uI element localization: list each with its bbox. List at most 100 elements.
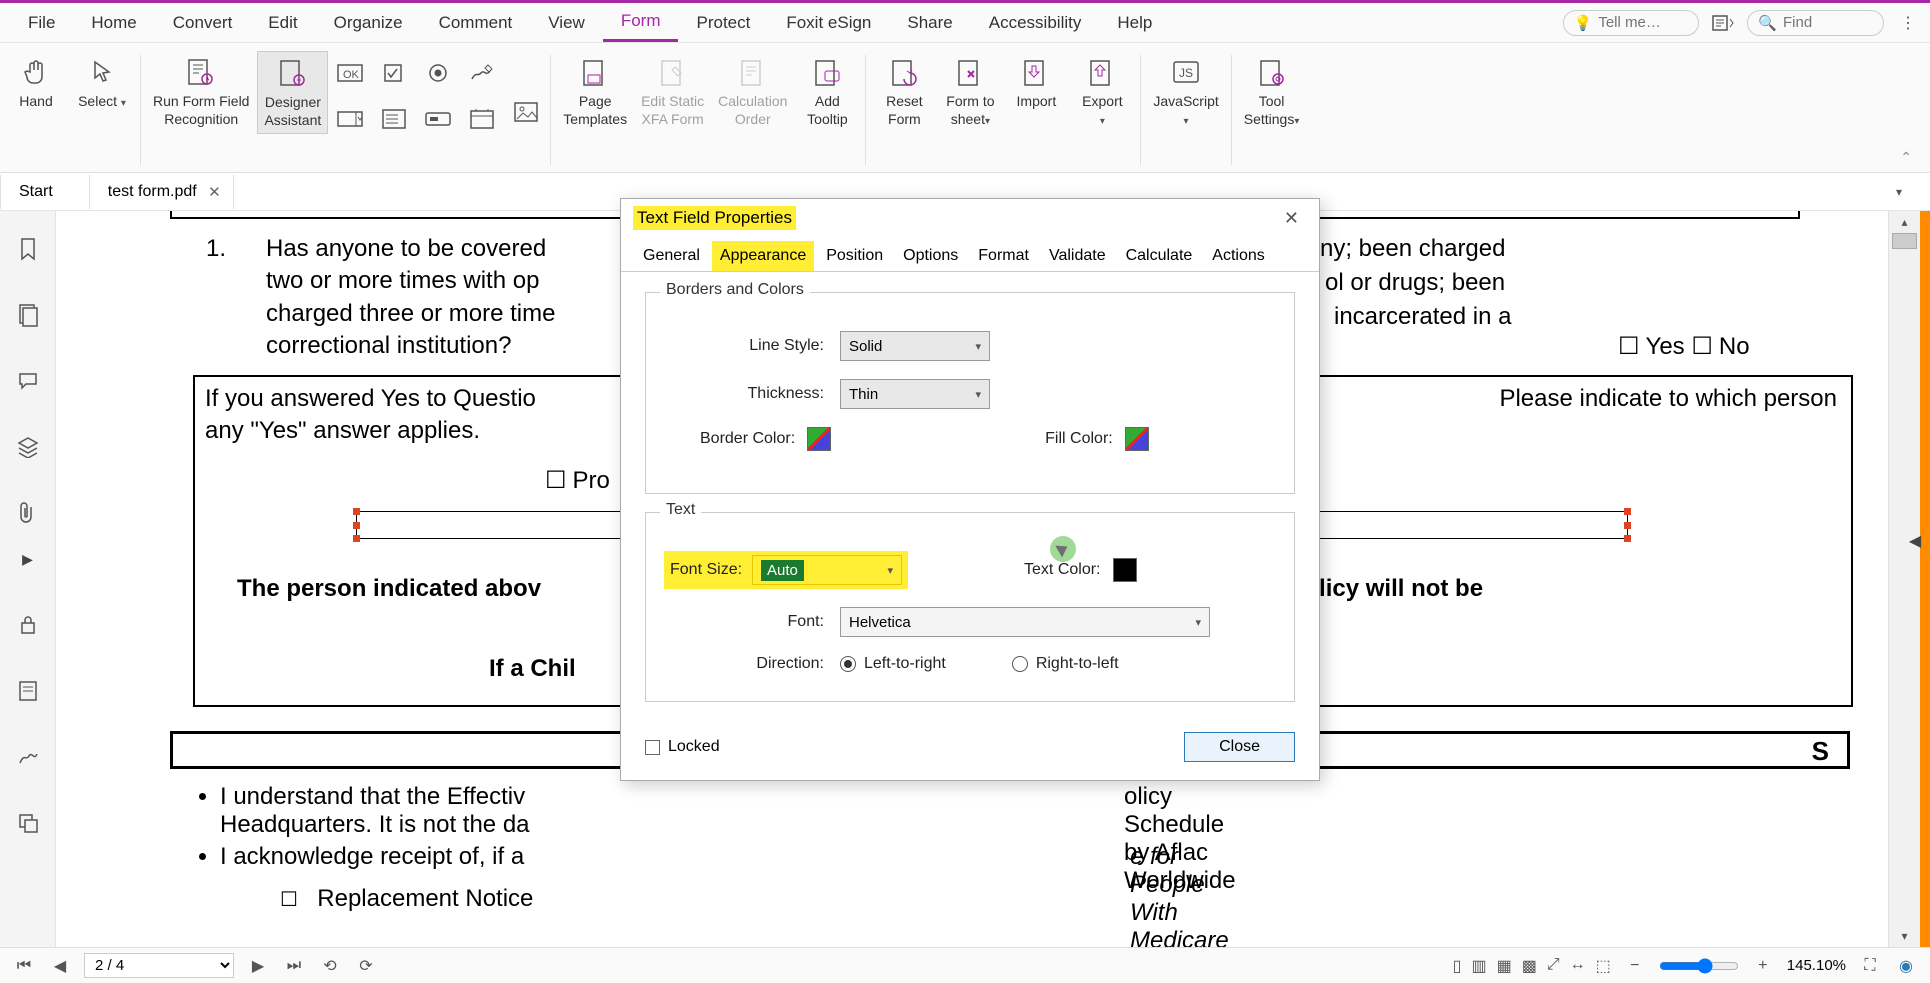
tab-calculate[interactable]: Calculate: [1118, 241, 1201, 271]
pages-icon[interactable]: [14, 301, 42, 329]
checkbox-field-icon[interactable]: [376, 55, 412, 91]
dialog-close-icon[interactable]: ✕: [1276, 204, 1307, 233]
menu-foxit-esign[interactable]: Foxit eSign: [768, 5, 889, 41]
fields-icon[interactable]: [14, 677, 42, 705]
reset-form-button[interactable]: Reset Form: [872, 51, 936, 132]
pro-checkbox[interactable]: ☐Pro: [545, 465, 610, 497]
fill-color-swatch[interactable]: [1125, 427, 1149, 451]
import-button[interactable]: Import: [1004, 51, 1068, 132]
text-field-icon[interactable]: OK: [332, 55, 368, 91]
signature-field-icon[interactable]: [464, 55, 500, 91]
select-tool-button[interactable]: Select ▾: [70, 51, 134, 115]
combo-field-icon[interactable]: [332, 101, 368, 137]
javascript-button[interactable]: JS JavaScript▾: [1147, 51, 1224, 132]
tell-me-input[interactable]: [1598, 14, 1688, 31]
find-input[interactable]: [1783, 14, 1873, 31]
first-page-icon[interactable]: ⏮: [12, 957, 36, 975]
two-page-icon[interactable]: ▦: [1497, 956, 1512, 976]
tool-settings-button[interactable]: Tool Settings▾: [1238, 51, 1306, 132]
tab-appearance[interactable]: Appearance: [712, 241, 814, 271]
scroll-down-icon[interactable]: ▾: [1889, 929, 1920, 943]
find-search[interactable]: 🔍: [1747, 10, 1884, 36]
tab-start[interactable]: Start: [0, 175, 90, 209]
scroll-up-icon[interactable]: ▴: [1889, 215, 1920, 229]
close-button[interactable]: Close: [1184, 732, 1295, 762]
layers-icon[interactable]: [14, 433, 42, 461]
duplicate-icon[interactable]: [14, 809, 42, 837]
menu-share[interactable]: Share: [889, 5, 970, 41]
line-style-combo[interactable]: Solid▾: [840, 331, 990, 361]
tab-document[interactable]: test form.pdf ✕: [90, 175, 234, 209]
fit-page-icon[interactable]: ⬚: [1596, 956, 1611, 976]
tabs-overflow-icon[interactable]: ▾: [1896, 185, 1902, 199]
more-menu-icon[interactable]: ⋮: [1896, 11, 1920, 35]
last-page-icon[interactable]: ⏭: [282, 957, 306, 975]
next-page-icon[interactable]: ▶: [246, 956, 270, 976]
menu-home[interactable]: Home: [73, 5, 154, 41]
expand-rail-icon[interactable]: ▶: [14, 545, 42, 573]
scroll-thumb[interactable]: [1892, 233, 1917, 249]
vertical-scrollbar[interactable]: ▴ ◀ ▾: [1888, 211, 1920, 947]
dialog-titlebar[interactable]: Text Field Properties ✕: [621, 199, 1319, 237]
image-field-icon[interactable]: [508, 94, 544, 130]
zoom-out-icon[interactable]: −: [1623, 957, 1647, 975]
bookmarks-icon[interactable]: [14, 235, 42, 263]
rtl-radio[interactable]: Right-to-left: [1012, 655, 1119, 673]
list-field-icon[interactable]: [376, 101, 412, 137]
date-field-icon[interactable]: [464, 101, 500, 137]
hand-tool-button[interactable]: Hand: [4, 51, 68, 115]
tab-options[interactable]: Options: [895, 241, 966, 271]
run-form-recognition-button[interactable]: Run Form Field Recognition: [147, 51, 255, 134]
fullscreen-icon[interactable]: ⛶: [1858, 957, 1882, 975]
two-continuous-icon[interactable]: ▩: [1522, 956, 1537, 976]
radio-field-icon[interactable]: [420, 55, 456, 91]
menu-organize[interactable]: Organize: [316, 5, 421, 41]
help-badge-icon[interactable]: ◉: [1894, 956, 1918, 976]
close-tab-icon[interactable]: ✕: [208, 183, 221, 201]
rotate-cw-icon[interactable]: ⟳: [354, 956, 378, 976]
menu-view[interactable]: View: [530, 5, 603, 41]
rotate-ccw-icon[interactable]: ⟲: [318, 956, 342, 976]
bookmark-settings-icon[interactable]: [1711, 11, 1735, 35]
designer-assistant-button[interactable]: Designer Assistant: [257, 51, 328, 134]
single-page-icon[interactable]: ▯: [1453, 956, 1462, 976]
export-button[interactable]: Export▾: [1070, 51, 1134, 132]
form-to-sheet-button[interactable]: Form to sheet▾: [938, 51, 1002, 132]
tab-format[interactable]: Format: [970, 241, 1037, 271]
tab-general[interactable]: General: [635, 241, 708, 271]
menu-protect[interactable]: Protect: [678, 5, 768, 41]
menu-convert[interactable]: Convert: [155, 5, 251, 41]
sign-panel-icon[interactable]: [14, 743, 42, 771]
tab-position[interactable]: Position: [818, 241, 891, 271]
thickness-combo[interactable]: Thin▾: [840, 379, 990, 409]
menu-accessibility[interactable]: Accessibility: [971, 5, 1100, 41]
menu-edit[interactable]: Edit: [250, 5, 315, 41]
collapse-panel-icon[interactable]: ◀: [1908, 531, 1922, 551]
zoom-percentage[interactable]: 145.10%: [1787, 957, 1846, 974]
border-color-swatch[interactable]: [807, 427, 831, 451]
zoom-slider[interactable]: [1659, 958, 1739, 974]
text-color-swatch[interactable]: [1113, 558, 1137, 582]
menu-file[interactable]: File: [10, 5, 73, 41]
tab-actions[interactable]: Actions: [1204, 241, 1272, 271]
attachments-icon[interactable]: [14, 499, 42, 527]
yes-no-checkboxes[interactable]: ☐Yes ☐No: [1618, 331, 1750, 363]
ltr-radio[interactable]: Left-to-right: [840, 655, 946, 673]
tell-me-search[interactable]: 💡: [1563, 10, 1700, 36]
locked-checkbox[interactable]: Locked: [645, 738, 720, 756]
menu-form[interactable]: Form: [603, 3, 679, 42]
collapse-ribbon-icon[interactable]: ⌃: [1886, 143, 1926, 172]
fit-width-icon[interactable]: ↔: [1570, 956, 1586, 976]
security-icon[interactable]: [14, 611, 42, 639]
comments-icon[interactable]: [14, 367, 42, 395]
font-combo[interactable]: Helvetica▾: [840, 607, 1210, 637]
fit-height-icon[interactable]: ⤢: [1547, 956, 1560, 976]
menu-help[interactable]: Help: [1099, 5, 1170, 41]
add-tooltip-button[interactable]: Add Tooltip: [795, 51, 859, 132]
page-templates-button[interactable]: Page Templates: [557, 51, 633, 132]
zoom-in-icon[interactable]: +: [1751, 957, 1775, 975]
menu-comment[interactable]: Comment: [421, 5, 531, 41]
tab-validate[interactable]: Validate: [1041, 241, 1114, 271]
continuous-icon[interactable]: ▥: [1471, 956, 1486, 976]
prev-page-icon[interactable]: ◀: [48, 956, 72, 976]
